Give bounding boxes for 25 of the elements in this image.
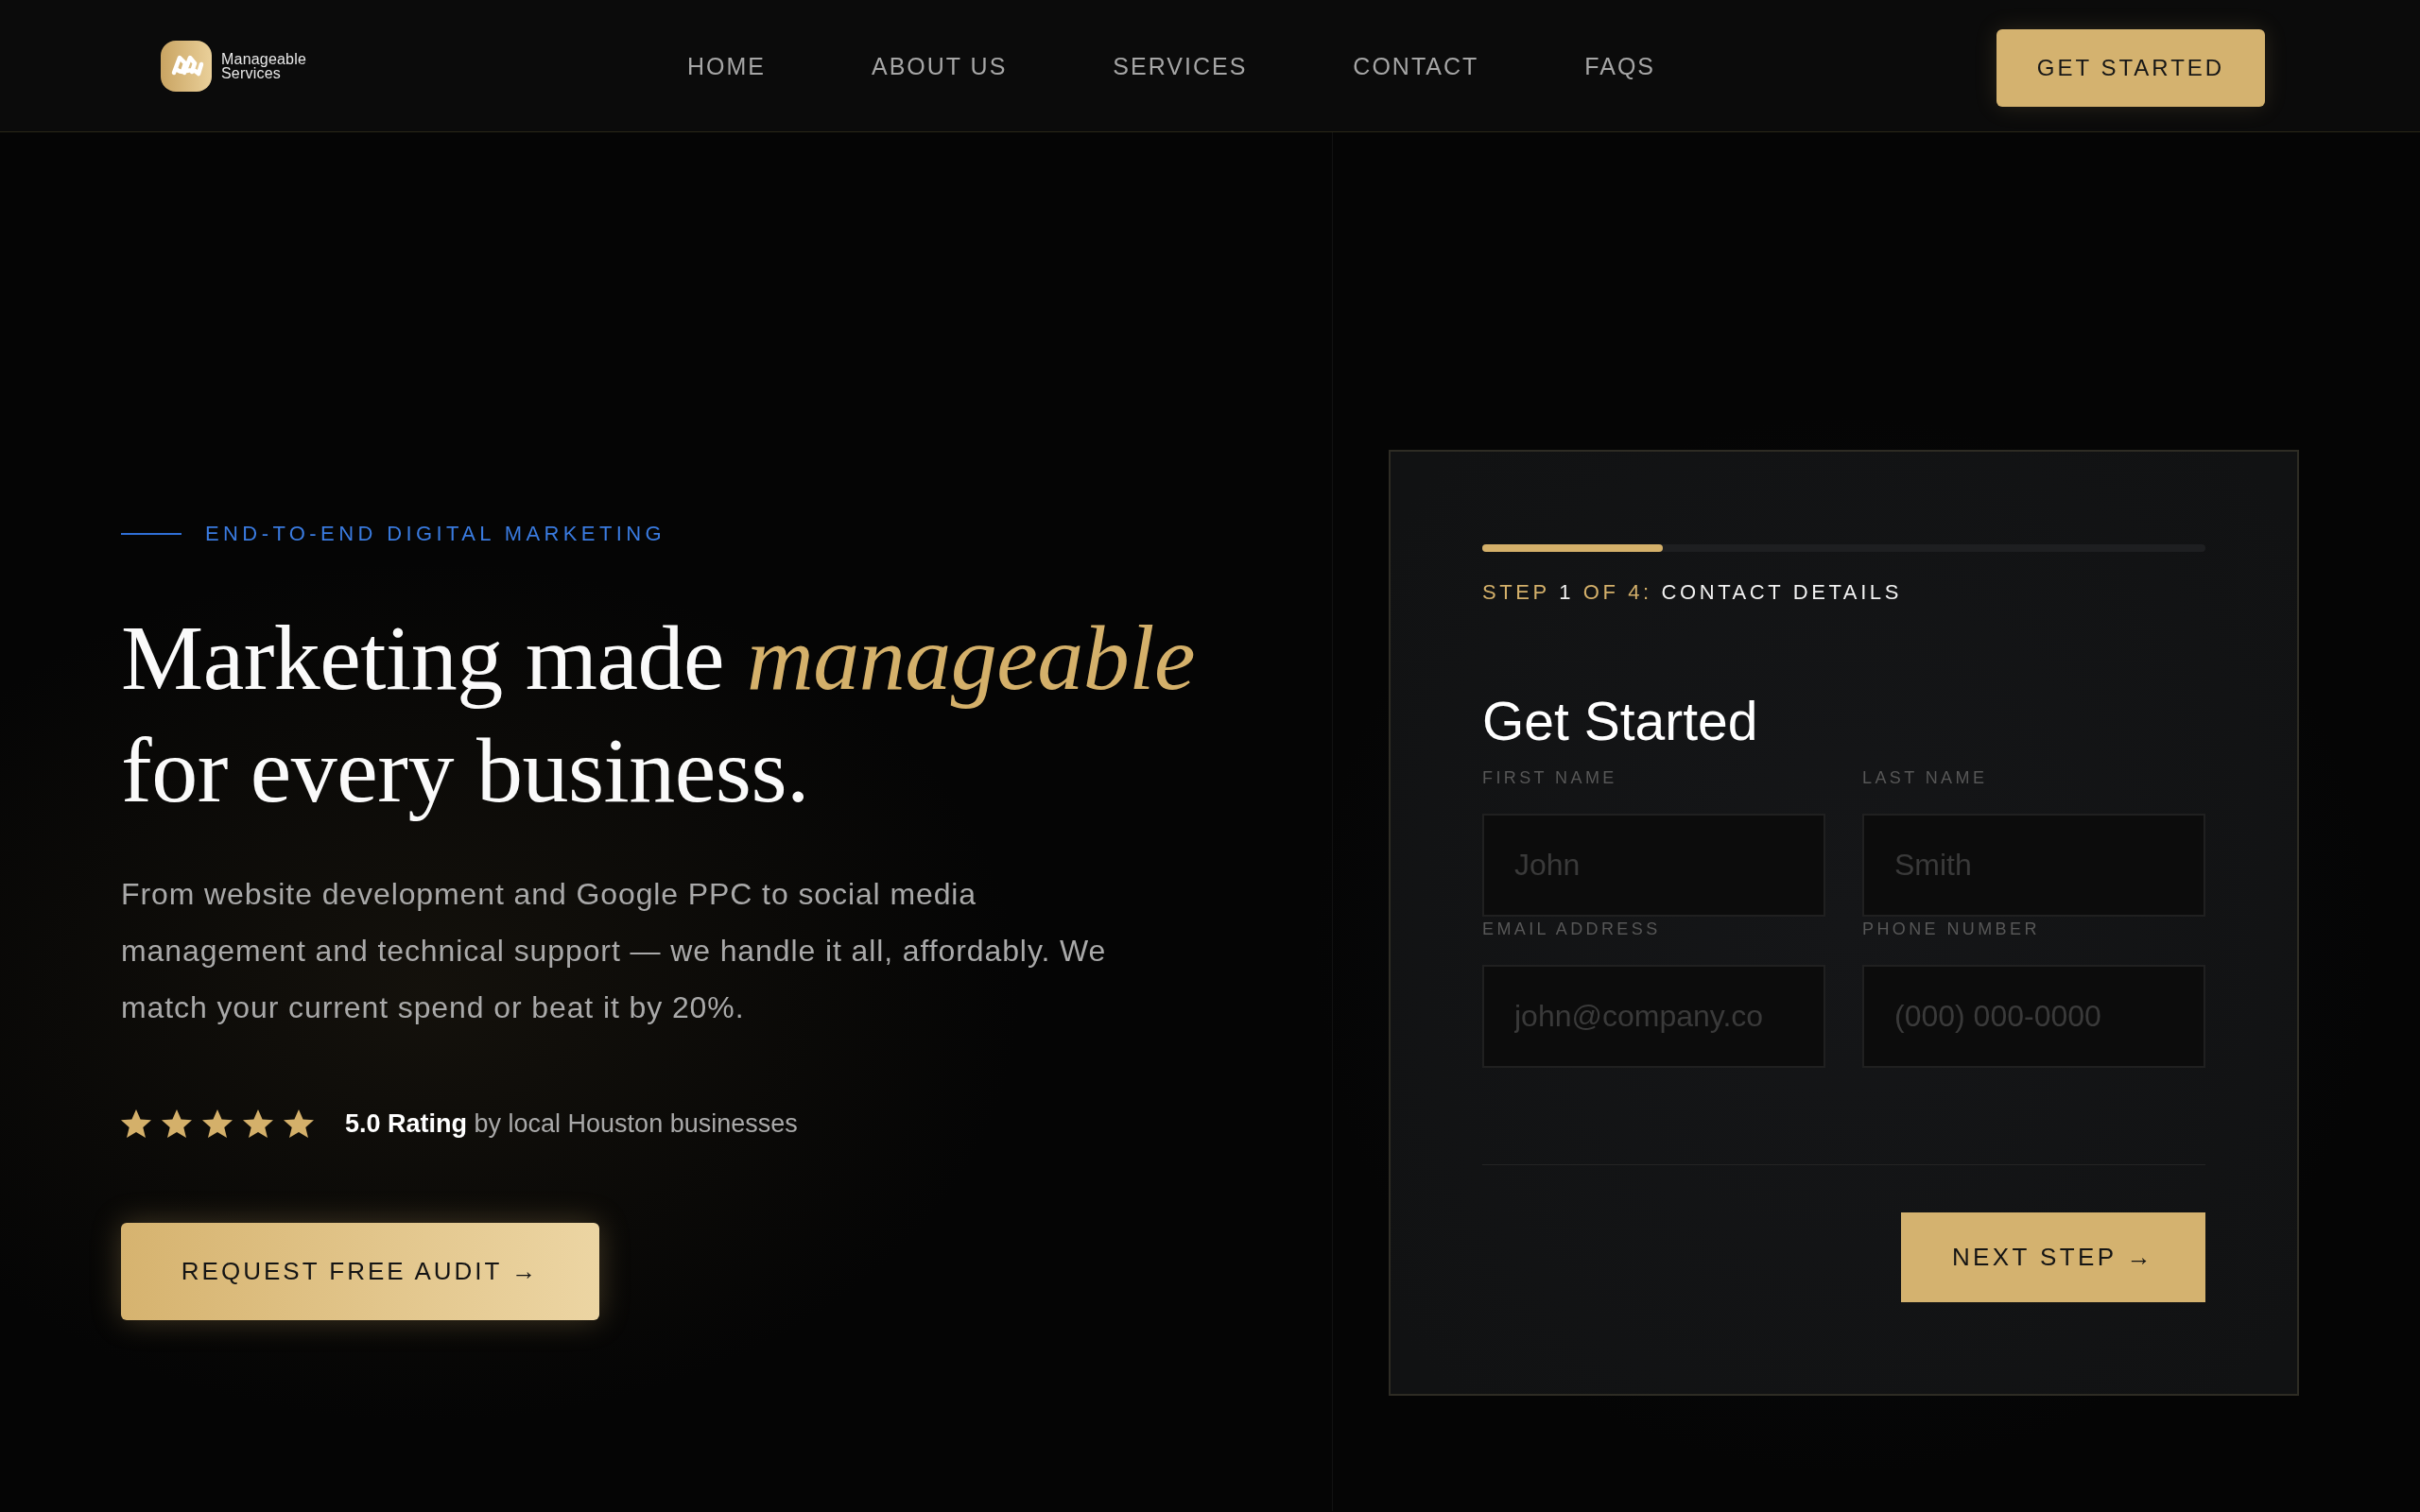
field-label: PHONE NUMBER [1862,919,2041,940]
star-icon [243,1108,273,1139]
star-icon [121,1108,151,1139]
nav-link[interactable]: HOME [687,51,766,80]
request-audit-button[interactable]: REQUEST FREE AUDIT → [121,1223,599,1320]
get-started-button[interactable]: GET STARTED [1996,28,2265,107]
nav-link[interactable]: CONTACT [1353,51,1479,80]
star-icon [202,1108,233,1139]
logo-icon[interactable] [161,40,212,92]
field-label: LAST NAME [1862,767,1989,789]
nav-link[interactable]: SERVICES [1113,51,1248,80]
star-icon [284,1108,314,1139]
field-label: EMAIL ADDRESS [1482,919,1662,940]
nav-link[interactable]: FAQS [1584,51,1655,80]
field-label: FIRST NAME [1482,767,1618,789]
form-title: Get Started [1482,691,1759,751]
step-label: STEP 1 OF 4: CONTACT DETAILS [1482,579,1903,606]
rating-text: 5.0 Rating by local Houston businesses [345,1108,798,1139]
star-icon [162,1108,192,1139]
hero-headline: Marketing made manageable for every business. [121,606,1196,823]
next-step-button[interactable]: NEXT STEP → [1901,1212,2205,1302]
nav-link[interactable]: ABOUT US [872,51,1008,80]
hero-description: From website development and Google PPC to social media management and technical support — we handle it all, affordably. We match your current spend or beat it by 20%. [121,876,1108,1026]
brand-name: Manageable Services [221,51,307,80]
eyebrow-text: END-TO-END DIGITAL MARKETING [205,521,666,547]
